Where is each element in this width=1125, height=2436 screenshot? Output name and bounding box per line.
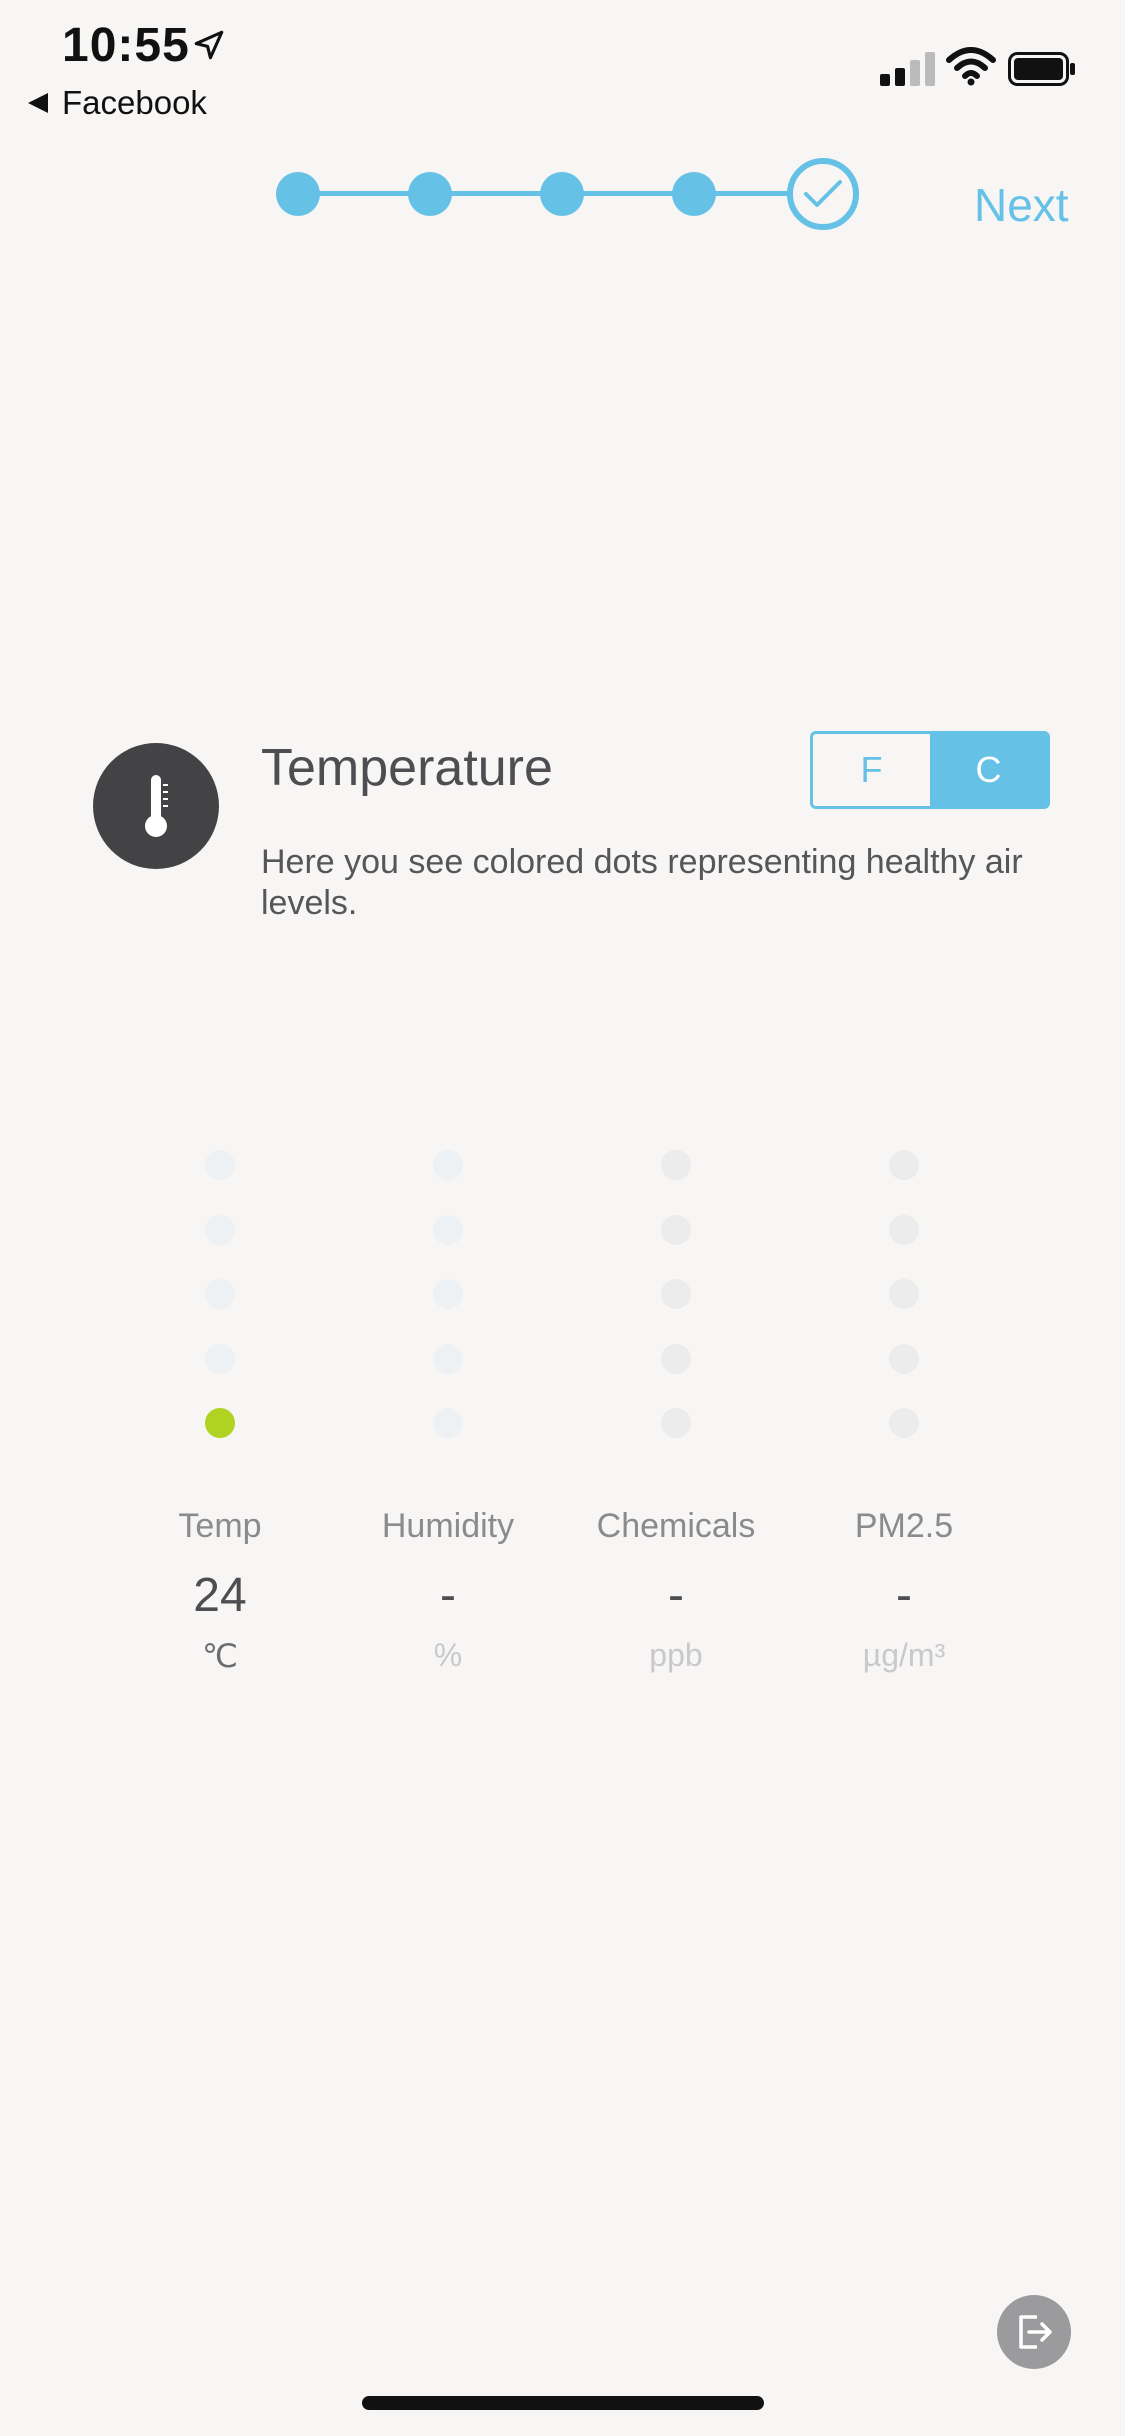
metric-unit-temp: ℃: [202, 1638, 238, 1674]
battery-icon: [1008, 52, 1075, 86]
section-title: Temperature: [261, 739, 553, 797]
thermometer-badge: [93, 743, 219, 869]
metric-label-humidity: Humidity: [381, 1507, 515, 1545]
exit-icon: [1019, 2315, 1052, 2349]
cellular-signal-icon: [880, 50, 935, 86]
level-dot: [433, 1150, 463, 1180]
metric-value-humidity: -: [440, 1569, 456, 1622]
metric-unit-humidity: %: [433, 1637, 463, 1673]
metric-unit-pm25: µg/m³: [862, 1637, 946, 1673]
level-dot-active: [205, 1408, 235, 1438]
level-dot: [889, 1408, 919, 1438]
level-dot: [205, 1215, 235, 1245]
level-dot: [661, 1215, 691, 1245]
metric-value-temp: 24: [193, 1569, 247, 1622]
back-arrow-icon: [28, 93, 48, 113]
metric-label-chemicals: Chemicals: [596, 1507, 756, 1545]
level-dot: [433, 1279, 463, 1309]
back-to-app-link[interactable]: Facebook: [28, 82, 207, 124]
level-dot: [205, 1279, 235, 1309]
thermometer-icon: [145, 775, 168, 837]
level-dot: [661, 1408, 691, 1438]
back-app-label: Facebook: [62, 84, 207, 121]
unit-option-celsius[interactable]: C: [930, 734, 1047, 806]
step-dot: [672, 172, 716, 216]
unit-option-fahrenheit[interactable]: F: [813, 734, 930, 806]
step-dot: [276, 172, 320, 216]
level-dot: [205, 1150, 235, 1180]
level-dot: [661, 1279, 691, 1309]
checkmark-icon: [804, 180, 842, 207]
location-arrow-icon: [194, 30, 224, 60]
metric-value-pm25: -: [896, 1569, 912, 1622]
metric-label-pm25: PM2.5: [854, 1507, 954, 1545]
level-dot: [889, 1279, 919, 1309]
exit-button[interactable]: [997, 2295, 1071, 2369]
home-indicator[interactable]: [362, 2396, 764, 2410]
step-dot: [540, 172, 584, 216]
level-dot: [433, 1215, 463, 1245]
unit-toggle[interactable]: F C: [810, 731, 1050, 809]
level-dot: [205, 1344, 235, 1374]
level-dot: [889, 1150, 919, 1180]
metric-label-temp: Temp: [178, 1507, 262, 1545]
step-dot: [408, 172, 452, 216]
metric-value-chemicals: -: [668, 1569, 684, 1622]
metric-unit-chemicals: ppb: [649, 1637, 703, 1673]
level-dot: [433, 1408, 463, 1438]
level-dot: [661, 1344, 691, 1374]
section-description: Here you see colored dots representing h…: [261, 843, 1023, 922]
step-complete: [787, 158, 859, 230]
level-dot: [433, 1344, 463, 1374]
level-dot: [889, 1344, 919, 1374]
status-time: 10:55: [62, 19, 190, 72]
wifi-icon: [946, 47, 996, 86]
next-button[interactable]: Next: [974, 178, 1069, 232]
level-dot: [889, 1215, 919, 1245]
level-dot: [661, 1150, 691, 1180]
